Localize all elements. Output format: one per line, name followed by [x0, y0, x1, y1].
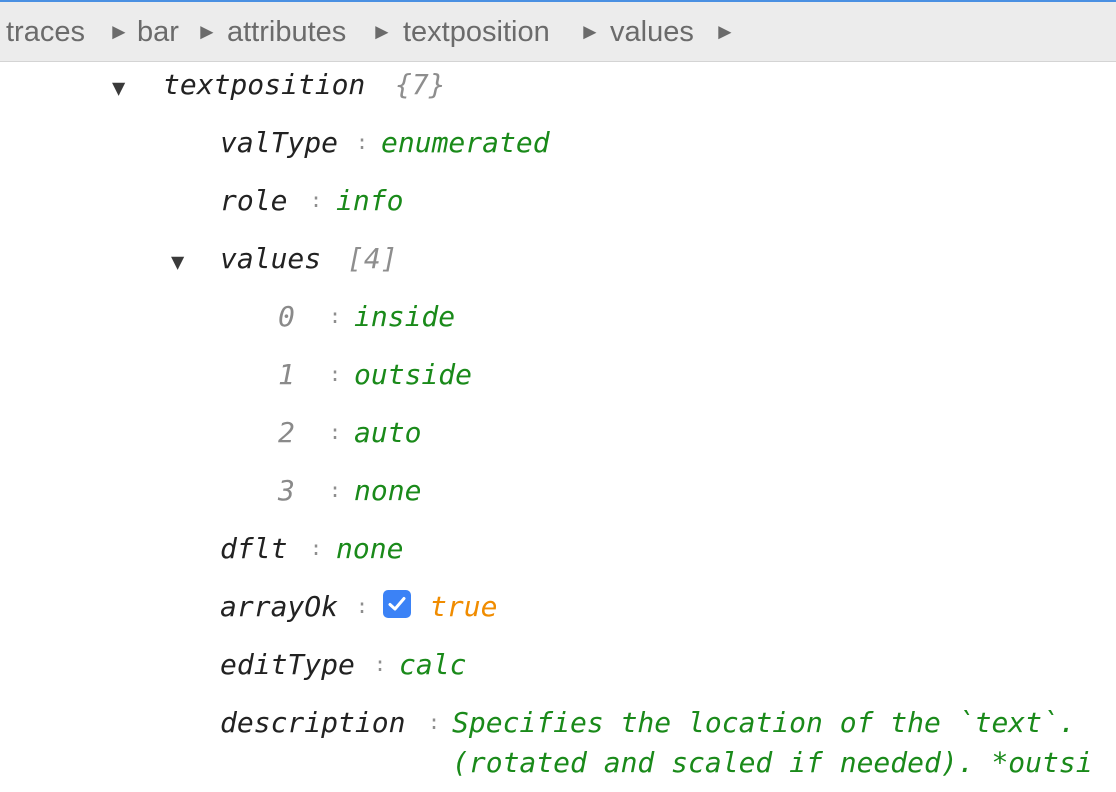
description-line-1[interactable]: Specifies the location of the `text`.	[452, 706, 1076, 739]
colon-separator: :	[356, 130, 369, 154]
item-index: 3	[278, 474, 295, 507]
tree-row-role: role : info	[0, 184, 1116, 224]
list-item: 2 : auto	[0, 416, 1116, 456]
tree-node-values[interactable]: ▼ values [4]	[0, 242, 1116, 282]
tree-row-arrayok: arrayOk : true	[0, 590, 1116, 630]
item-value[interactable]: outside	[354, 358, 472, 391]
colon-separator: :	[329, 420, 342, 444]
tree-row-valtype: valType : enumerated	[0, 126, 1116, 166]
colon-separator: :	[310, 188, 323, 212]
collapse-triangle-icon[interactable]: ▼	[171, 250, 184, 275]
list-item: 0 : inside	[0, 300, 1116, 340]
colon-separator: :	[310, 536, 323, 560]
breadcrumb-separator-icon: ►	[196, 19, 218, 44]
breadcrumb-item-textposition[interactable]: textposition	[403, 16, 550, 49]
item-index: 0	[278, 300, 295, 333]
checkbox-checked-icon[interactable]	[383, 590, 411, 618]
property-key: arrayOk	[220, 590, 339, 623]
property-key: role	[220, 184, 288, 217]
colon-separator: :	[428, 710, 441, 734]
tree-node-textposition[interactable]: ▼ textposition {7}	[0, 68, 1116, 108]
tree-row-description: description : Specifies the location of …	[0, 706, 1116, 792]
property-key: description	[220, 706, 406, 739]
item-value[interactable]: none	[354, 474, 421, 507]
colon-separator: :	[356, 594, 369, 618]
tree-row-dflt: dflt : none	[0, 532, 1116, 572]
breadcrumb-item-attributes[interactable]: attributes	[227, 16, 346, 49]
breadcrumb-separator-icon: ►	[371, 19, 393, 44]
item-value[interactable]: auto	[354, 416, 421, 449]
colon-separator: :	[329, 304, 342, 328]
property-value[interactable]: none	[336, 532, 403, 565]
property-value[interactable]: info	[336, 184, 403, 217]
item-value[interactable]: inside	[354, 300, 455, 333]
node-key: values	[220, 242, 322, 275]
colon-separator: :	[329, 362, 342, 386]
list-item: 1 : outside	[0, 358, 1116, 398]
property-value: true	[430, 590, 498, 623]
item-index: 1	[278, 358, 295, 391]
tree-row-edittype: editType : calc	[0, 648, 1116, 688]
breadcrumb-item-bar[interactable]: bar	[137, 16, 179, 49]
property-key: valType	[220, 126, 339, 159]
property-value[interactable]: calc	[399, 648, 466, 681]
colon-separator: :	[329, 478, 342, 502]
description-line-2[interactable]: (rotated and scaled if needed). *outsi	[452, 746, 1093, 779]
breadcrumb-separator-icon: ►	[108, 19, 130, 44]
node-key: textposition	[163, 68, 366, 101]
property-value[interactable]: enumerated	[381, 126, 550, 159]
item-index: 2	[278, 416, 295, 449]
list-item: 3 : none	[0, 474, 1116, 514]
breadcrumb-item-traces[interactable]: traces	[6, 16, 85, 49]
breadcrumb-item-values[interactable]: values	[610, 16, 694, 49]
breadcrumb-separator-icon: ►	[579, 19, 601, 44]
colon-separator: :	[374, 652, 387, 676]
collapse-triangle-icon[interactable]: ▼	[112, 76, 125, 101]
breadcrumb-separator-icon: ►	[714, 19, 736, 44]
node-count: [4]	[347, 242, 398, 275]
node-count: {7}	[395, 68, 446, 101]
property-key: dflt	[220, 532, 288, 565]
property-key: editType	[220, 648, 355, 681]
breadcrumb: traces ► bar ► attributes ► textposition…	[0, 2, 1116, 62]
